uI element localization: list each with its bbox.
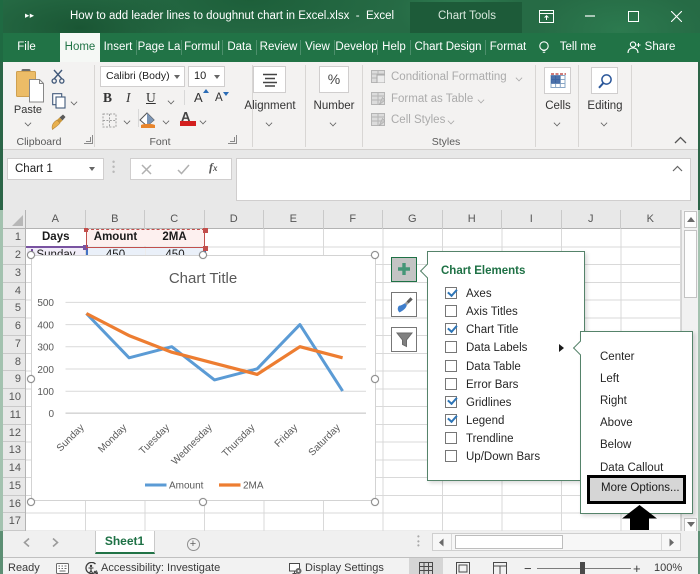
svg-text:300: 300 — [37, 342, 54, 353]
svg-text:Saturday: Saturday — [307, 422, 343, 458]
svg-text:Amount: Amount — [169, 480, 204, 491]
svg-text:0: 0 — [48, 408, 54, 419]
svg-text:Thursday: Thursday — [220, 422, 257, 459]
svg-text:200: 200 — [37, 364, 54, 375]
svg-text:Wednesday: Wednesday — [170, 422, 215, 467]
svg-text:400: 400 — [37, 320, 54, 331]
svg-text:Friday: Friday — [273, 422, 300, 449]
svg-text:100: 100 — [37, 386, 54, 397]
svg-text:Monday: Monday — [96, 422, 129, 455]
svg-text:500: 500 — [37, 298, 54, 309]
svg-text:Sunday: Sunday — [55, 422, 87, 454]
svg-text:2MA: 2MA — [243, 480, 264, 491]
svg-text:Tuesday: Tuesday — [137, 422, 172, 457]
svg-text:Chart Title: Chart Title — [169, 270, 237, 287]
